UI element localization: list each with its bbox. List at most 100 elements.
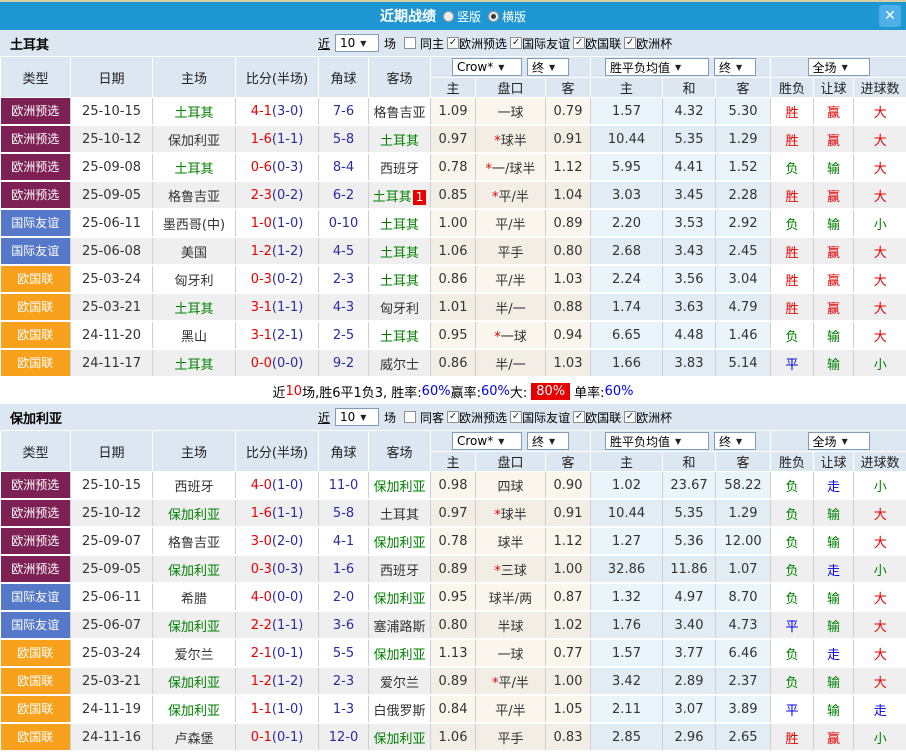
corner-count: 7-6 bbox=[319, 98, 369, 126]
recent-count-select[interactable]: 10▼ bbox=[335, 408, 379, 426]
match-score: 1-6(1-1) bbox=[236, 499, 319, 527]
filter-checkbox-2[interactable]: ✓ bbox=[573, 37, 585, 49]
odds-subheader-1: 盘口 bbox=[476, 78, 546, 98]
handicap: 平/半 bbox=[476, 209, 546, 237]
avg-home-odds: 32.86 bbox=[591, 555, 663, 583]
summary-part: 10 bbox=[286, 384, 303, 399]
filter-checkbox-0[interactable]: ✓ bbox=[447, 37, 459, 49]
match-type-cell: 国际友谊 bbox=[1, 583, 71, 611]
avg-group-header: 胜平负均值▼ 终▼ bbox=[591, 57, 771, 78]
avg-type-select[interactable]: 胜平负均值▼ bbox=[605, 58, 709, 76]
filter-checkbox-3[interactable]: ✓ bbox=[624, 37, 636, 49]
scope-select[interactable]: 全场▼ bbox=[808, 58, 870, 76]
handicap: 一球 bbox=[476, 639, 546, 667]
result-goals: 大 bbox=[854, 293, 906, 321]
filter-checkbox-1[interactable]: ✓ bbox=[510, 37, 522, 49]
match-score: 4-1(3-0) bbox=[236, 98, 319, 126]
odds-final-select[interactable]: 终▼ bbox=[527, 432, 569, 450]
result-outcome: 负 bbox=[771, 321, 814, 349]
home-odds: 1.13 bbox=[431, 639, 476, 667]
match-score: 3-0(2-0) bbox=[236, 527, 319, 555]
away-team: 爱尔兰 bbox=[369, 667, 431, 695]
avg-final-select[interactable]: 终▼ bbox=[714, 58, 756, 76]
same-venue-checkbox[interactable] bbox=[404, 411, 416, 423]
handicap-text: 球半 bbox=[501, 508, 527, 523]
result-goals: 大 bbox=[854, 639, 906, 667]
type-badge: 欧国联 bbox=[1, 696, 71, 722]
home-team: 黑山 bbox=[153, 321, 236, 349]
match-score: 1-0(1-0) bbox=[236, 209, 319, 237]
filter-checkbox-1[interactable]: ✓ bbox=[510, 411, 522, 423]
close-icon[interactable]: ✕ bbox=[879, 5, 901, 27]
chevron-down-icon: ▼ bbox=[360, 39, 366, 48]
result-goals: 大 bbox=[854, 667, 906, 695]
away-team-name: 保加利亚 bbox=[373, 648, 425, 663]
same-venue-checkbox[interactable] bbox=[404, 37, 416, 49]
avg-away-odds: 3.04 bbox=[716, 265, 771, 293]
result-group-header: 全场▼ bbox=[771, 57, 906, 78]
corner-count: 1-3 bbox=[319, 695, 369, 723]
home-team: 保加利亚 bbox=[153, 667, 236, 695]
match-type-cell: 欧国联 bbox=[1, 639, 71, 667]
home-team: 希腊 bbox=[153, 583, 236, 611]
radio-vertical-layout[interactable]: 竖版 bbox=[443, 8, 481, 25]
away-team-name: 威尔士 bbox=[380, 358, 419, 373]
away-team-name: 土耳其 bbox=[380, 508, 419, 523]
odds-source-select[interactable]: Crow*▼ bbox=[452, 58, 522, 76]
avg-home-odds: 3.03 bbox=[591, 181, 663, 209]
match-date: 25-10-12 bbox=[71, 499, 153, 527]
home-team: 爱尔兰 bbox=[153, 639, 236, 667]
avg-final-select[interactable]: 终▼ bbox=[714, 432, 756, 450]
result-handicap: 输 bbox=[814, 527, 854, 555]
avg-type-select[interactable]: 胜平负均值▼ bbox=[605, 432, 709, 450]
recent-count-select[interactable]: 10▼ bbox=[335, 34, 379, 52]
result-outcome: 胜 bbox=[771, 293, 814, 321]
filter-checkbox-2[interactable]: ✓ bbox=[573, 411, 585, 423]
radio-horizontal-layout[interactable]: 横版 bbox=[488, 8, 526, 25]
home-team: 保加利亚 bbox=[153, 125, 236, 153]
match-score: 0-0(0-0) bbox=[236, 349, 319, 377]
filter-checkbox-3[interactable]: ✓ bbox=[624, 411, 636, 423]
handicap: *一/球半 bbox=[476, 153, 546, 181]
radio-icon[interactable] bbox=[443, 11, 454, 22]
full-time-score: 0-6 bbox=[251, 160, 272, 175]
avg-home-odds: 10.44 bbox=[591, 125, 663, 153]
panel-title: 近期战绩 bbox=[380, 6, 436, 26]
avg-subheader-0: 主 bbox=[591, 78, 663, 98]
home-team: 西班牙 bbox=[153, 472, 236, 500]
type-badge: 欧国联 bbox=[1, 724, 71, 750]
matches-table: 类型日期主场比分(半场)角球客场Crow*▼终▼胜平负均值▼终▼全场▼主盘口客主… bbox=[0, 430, 906, 752]
same-venue-label: 同客 bbox=[420, 409, 444, 426]
away-team: 保加利亚 bbox=[369, 472, 431, 500]
avg-away-odds: 1.07 bbox=[716, 555, 771, 583]
away-odds: 0.88 bbox=[546, 293, 591, 321]
half-time-score: (1-0) bbox=[272, 478, 303, 493]
handicap-text: 球半 bbox=[497, 536, 523, 551]
odds-final-select[interactable]: 终▼ bbox=[527, 58, 569, 76]
avg-home-odds: 1.66 bbox=[591, 349, 663, 377]
recent-link[interactable]: 近 bbox=[318, 35, 330, 52]
match-score: 3-1(1-1) bbox=[236, 293, 319, 321]
match-type-cell: 欧洲预选 bbox=[1, 499, 71, 527]
match-score: 0-3(0-3) bbox=[236, 555, 319, 583]
match-type-cell: 欧洲预选 bbox=[1, 555, 71, 583]
avg-draw-odds: 5.35 bbox=[663, 499, 716, 527]
match-type-cell: 欧国联 bbox=[1, 695, 71, 723]
handicap: 半/一 bbox=[476, 349, 546, 377]
odds-source-select[interactable]: Crow*▼ bbox=[452, 432, 522, 450]
away-team-name: 爱尔兰 bbox=[380, 676, 419, 691]
match-row: 欧国联25-03-21保加利亚1-2(1-2)2-3爱尔兰0.89*平/半1.0… bbox=[1, 667, 906, 695]
filter-checkbox-0[interactable]: ✓ bbox=[447, 411, 459, 423]
result-outcome: 负 bbox=[771, 555, 814, 583]
radio-checked-icon[interactable] bbox=[488, 11, 499, 22]
full-time-score: 4-0 bbox=[251, 590, 272, 605]
away-team: 土耳其 bbox=[369, 321, 431, 349]
record-summary: 近10场,胜6平1负3, 胜率:60% 赢率:60% 大:80% 单率:60% bbox=[0, 378, 906, 404]
match-type-cell: 欧洲预选 bbox=[1, 472, 71, 500]
summary-part: 60% bbox=[422, 384, 451, 399]
away-odds: 1.12 bbox=[546, 153, 591, 181]
recent-link[interactable]: 近 bbox=[318, 409, 330, 426]
scope-select[interactable]: 全场▼ bbox=[808, 432, 870, 450]
result-goals: 大 bbox=[854, 265, 906, 293]
match-date: 25-06-11 bbox=[71, 583, 153, 611]
